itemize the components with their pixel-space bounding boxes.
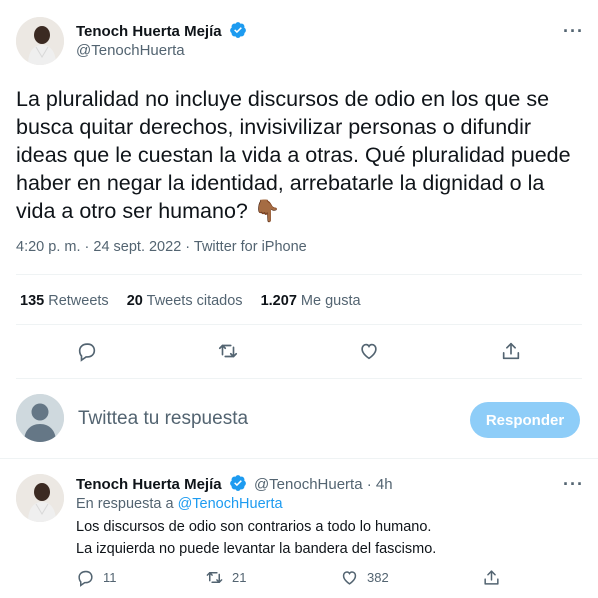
tweet-source[interactable]: Twitter for iPhone: [194, 239, 307, 255]
author-name-row[interactable]: Tenoch Huerta Mejía: [76, 21, 247, 41]
reply-header: Tenoch Huerta Mejía @TenochHuerta · 4h: [76, 474, 393, 493]
reply-action-reply[interactable]: 11: [76, 568, 117, 587]
divider: [0, 458, 598, 459]
reply-icon: [78, 570, 93, 587]
reply-retweets-count: 21: [232, 570, 247, 585]
tweet-time[interactable]: 4:20 p. m.: [16, 239, 80, 255]
reply-text: Los discursos de odio son contrarios a t…: [76, 516, 576, 560]
author-handle[interactable]: @TenochHuerta: [76, 42, 185, 59]
likes-stat[interactable]: 1.207 Me gusta: [261, 293, 361, 309]
reply-replies-count: 11: [103, 570, 117, 585]
likes-label: Me gusta: [300, 293, 361, 309]
reply-separator: ·: [362, 476, 376, 493]
reply-age[interactable]: 4h: [376, 476, 393, 493]
author-avatar[interactable]: [16, 17, 64, 65]
pointing-down-emoji: 👇🏾: [253, 199, 281, 223]
replying-to-prefix: En respuesta a: [76, 496, 174, 512]
tweet-text: La pluralidad no incluye discursos de od…: [16, 85, 586, 225]
tweet-meta: 4:20 p. m. · 24 sept. 2022 · Twitter for…: [16, 239, 307, 255]
reply-input[interactable]: Twittea tu respuesta: [78, 408, 248, 430]
tweet-stats: 135 Retweets 20 Tweets citados 1.207 Me …: [20, 293, 361, 309]
quotes-stat[interactable]: 20 Tweets citados: [127, 293, 247, 309]
tweet-date[interactable]: 24 sept. 2022: [93, 239, 181, 255]
default-user-icon: [16, 394, 64, 442]
retweets-label: Retweets: [48, 293, 109, 309]
author-photo: [16, 17, 64, 65]
more-options-icon[interactable]: ···: [563, 21, 584, 42]
like-icon: [342, 571, 357, 585]
divider: [16, 324, 582, 325]
retweets-count: 135: [20, 293, 45, 309]
retweet-icon: [206, 571, 223, 584]
divider: [16, 274, 582, 275]
reply-author-avatar[interactable]: [16, 474, 64, 522]
quotes-label: Tweets citados: [146, 293, 243, 309]
replying-to-link[interactable]: @TenochHuerta: [178, 496, 283, 512]
reply-text-line: La izquierda no puede levantar la bander…: [76, 541, 437, 557]
quotes-count: 20: [126, 293, 143, 309]
share-icon[interactable]: [500, 340, 522, 362]
divider: [16, 378, 582, 379]
reply-author-handle[interactable]: @TenochHuerta: [254, 476, 363, 493]
reply-text-line: Los discursos de odio son contrarios a t…: [76, 519, 432, 535]
verified-badge-icon: [230, 22, 246, 38]
reply-likes-count: 382: [367, 570, 389, 585]
tweet-body: La pluralidad no incluye discursos de od…: [16, 87, 571, 223]
reply-icon[interactable]: [76, 340, 98, 362]
share-icon: [484, 570, 499, 585]
meta-separator: ·: [181, 239, 194, 255]
meta-separator: ·: [80, 239, 94, 255]
author-name[interactable]: Tenoch Huerta Mejía: [76, 23, 222, 40]
likes-count: 1.207: [260, 293, 297, 309]
reply-submit-button[interactable]: Responder: [470, 402, 580, 438]
reply-more-options-icon[interactable]: ···: [563, 474, 584, 495]
verified-badge-icon: [229, 475, 246, 491]
reply-action-like[interactable]: 382: [340, 568, 389, 587]
replying-to: En respuesta a @TenochHuerta: [76, 496, 283, 512]
user-avatar[interactable]: [16, 394, 64, 442]
like-icon[interactable]: [358, 340, 380, 362]
reply-author-name[interactable]: Tenoch Huerta Mejía: [76, 476, 222, 493]
reply-action-share[interactable]: [482, 568, 501, 587]
retweets-stat[interactable]: 135 Retweets: [20, 293, 113, 309]
reply-action-retweet[interactable]: 21: [205, 568, 246, 587]
retweet-icon[interactable]: [217, 340, 239, 362]
reply-author-photo: [16, 474, 64, 522]
